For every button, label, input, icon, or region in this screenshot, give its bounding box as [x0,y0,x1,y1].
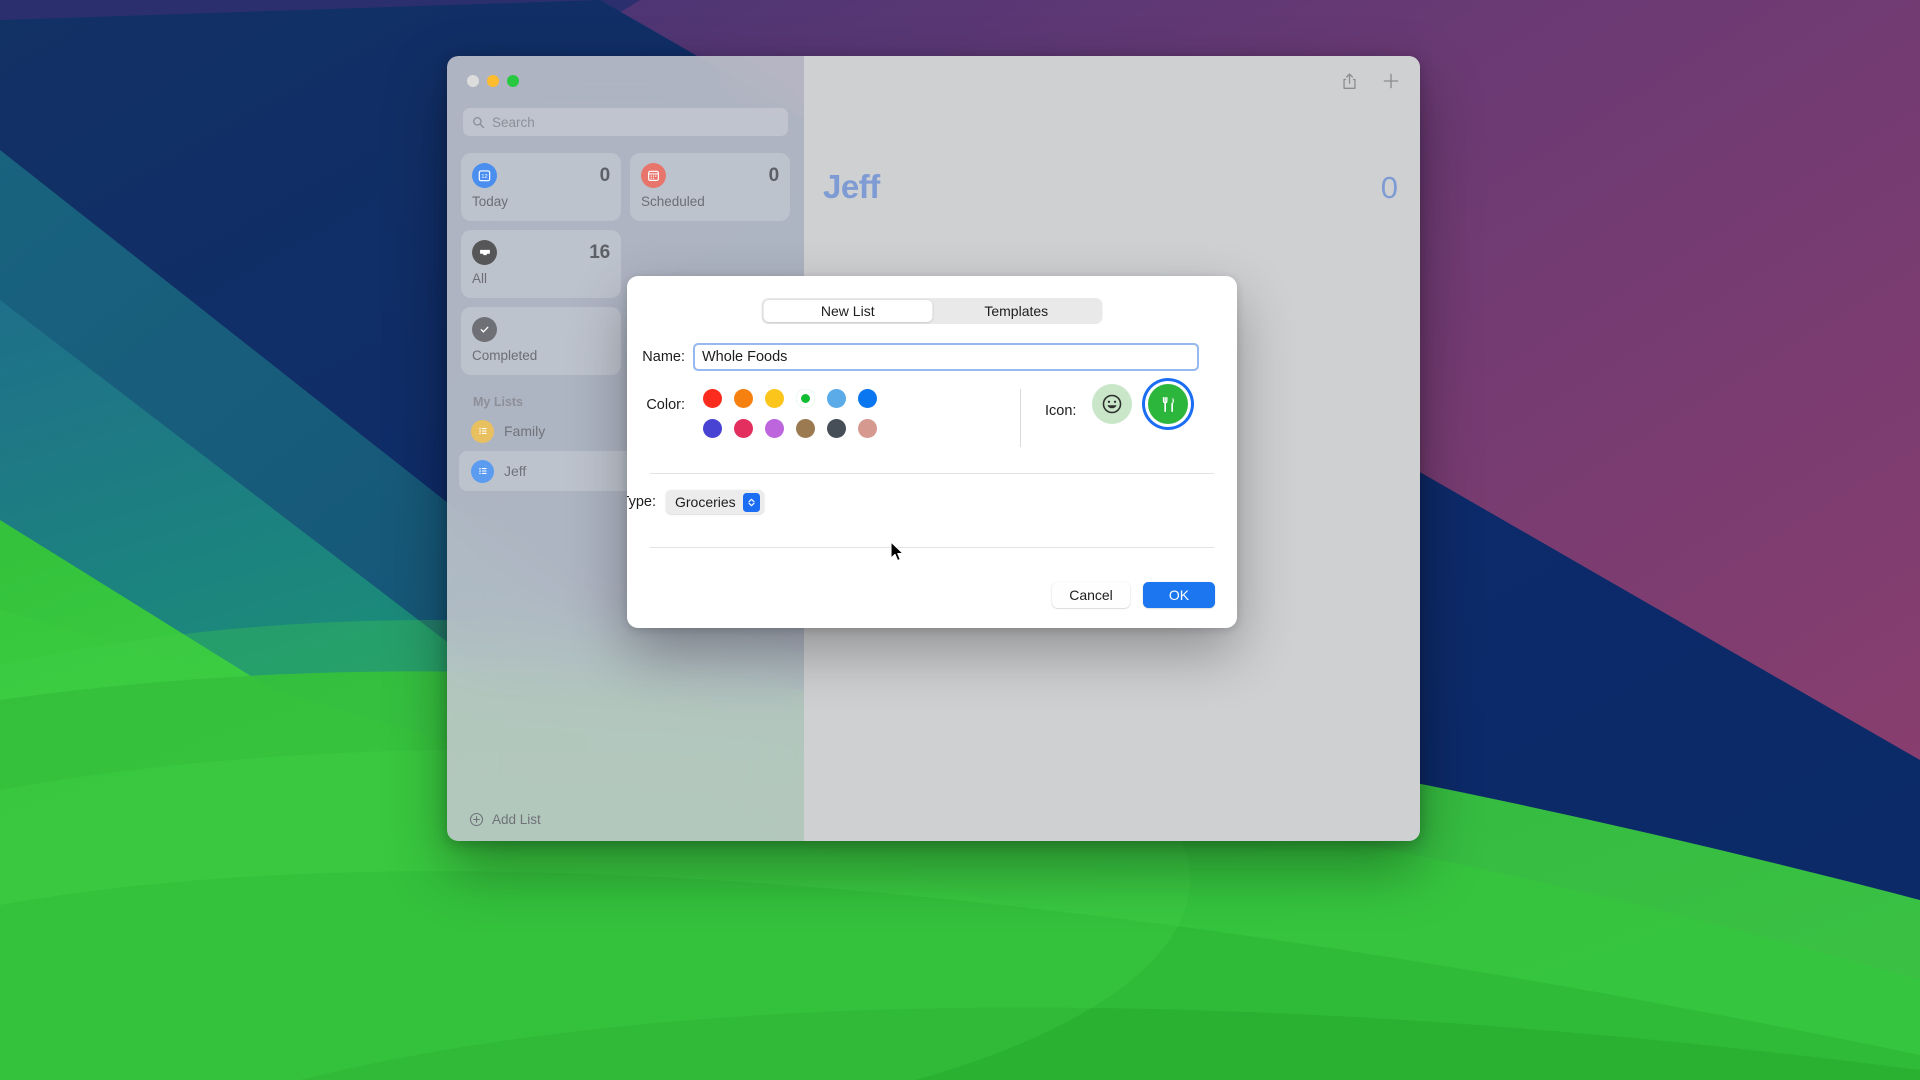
search-icon [472,116,485,129]
smart-list-label: Today [472,194,610,209]
name-row: Name: [627,344,1237,370]
cancel-button[interactable]: Cancel [1052,582,1130,608]
smart-list-count: 16 [589,242,610,264]
color-swatch-graphite[interactable] [827,419,846,438]
calendar-glyph [647,169,660,182]
color-label: Color: [627,397,685,413]
inbox-icon [472,240,497,265]
page-title: Jeff [823,168,880,206]
smart-list-label: All [472,271,610,286]
list-item-label: Jeff [504,463,526,479]
fork-knife-icon [1158,394,1179,415]
calendar-icon [641,163,666,188]
smart-list-count: 0 [769,165,779,187]
dialog-button-bar: Cancel OK [1052,582,1215,608]
color-swatch-purple[interactable] [765,419,784,438]
detail-toolbar [1339,70,1401,92]
color-swatch-yellow[interactable] [765,389,784,408]
checkmark-icon [472,317,497,342]
add-reminder-button[interactable] [1381,70,1401,92]
smart-list-completed[interactable]: Completed [461,307,621,375]
emoji-smiley-icon [1101,393,1123,415]
list-bullet-glyph [477,425,489,437]
emoji-smiley-icon-button[interactable] [1092,384,1132,424]
inbox-glyph [478,246,492,260]
smart-list-label: Scheduled [641,194,779,209]
chevron-updown-icon [743,493,760,512]
fork-knife-icon-button[interactable] [1148,384,1188,424]
plus-icon [1382,72,1400,90]
close-button[interactable] [467,75,479,87]
list-item-label: Family [504,423,545,439]
window-controls [447,56,804,87]
color-swatch-red[interactable] [703,389,722,408]
list-bullet-icon [471,420,494,443]
color-swatch-indigo[interactable] [703,419,722,438]
search-placeholder: Search [492,115,535,130]
calendar-day-icon: 12 [472,163,497,188]
maximize-button[interactable] [507,75,519,87]
smart-list-all[interactable]: 16 All [461,230,621,298]
name-label: Name: [627,349,685,365]
calendar-day-glyph: 12 [478,169,491,182]
new-list-dialog: New List Templates Name: Color: Icon: [627,276,1237,628]
list-type-value: Groceries [675,494,736,510]
vertical-divider [1020,389,1021,447]
dialog-tab-bar: New List Templates [762,298,1103,324]
plus-circle-icon [469,812,484,827]
name-input[interactable] [694,344,1198,370]
add-list-button[interactable]: Add List [447,797,804,841]
color-swatch-light-blue[interactable] [827,389,846,408]
smart-list-count: 0 [600,165,610,187]
divider-top [650,473,1214,474]
color-swatch-salmon[interactable] [858,419,877,438]
arrow-pointer-icon [890,541,905,564]
color-swatch-pink[interactable] [734,419,753,438]
color-swatch-grid [703,386,889,438]
list-type-row: List Type: Groceries [627,490,1237,514]
minimize-button[interactable] [487,75,499,87]
color-swatch-blue[interactable] [858,389,877,408]
smart-list-scheduled[interactable]: 0 Scheduled [630,153,790,221]
svg-text:12: 12 [481,174,487,180]
checkmark-glyph [478,323,491,336]
smart-list-label: Completed [472,348,610,363]
divider-bottom [650,547,1214,548]
tab-new-list[interactable]: New List [764,300,933,322]
color-swatch-green[interactable] [796,389,815,408]
list-bullet-glyph [477,465,489,477]
reminder-count: 0 [1381,170,1398,206]
list-bullet-icon [471,460,494,483]
smart-list-today[interactable]: 12 0 Today [461,153,621,221]
ok-button[interactable]: OK [1143,582,1215,608]
mouse-cursor [890,541,905,564]
color-swatch-orange[interactable] [734,389,753,408]
tab-templates[interactable]: Templates [932,300,1101,322]
chevron-updown-glyph [747,498,756,507]
share-icon [1341,72,1358,91]
icon-row: Icon: [1045,386,1188,424]
search-input[interactable]: Search [463,108,788,136]
list-type-label: List Type: [627,494,656,510]
add-list-label: Add List [492,812,541,827]
icon-label: Icon: [1045,403,1076,419]
color-swatch-brown[interactable] [796,419,815,438]
list-type-select[interactable]: Groceries [666,490,764,514]
detail-header: Jeff 0 [823,168,1398,206]
share-button[interactable] [1339,70,1359,92]
